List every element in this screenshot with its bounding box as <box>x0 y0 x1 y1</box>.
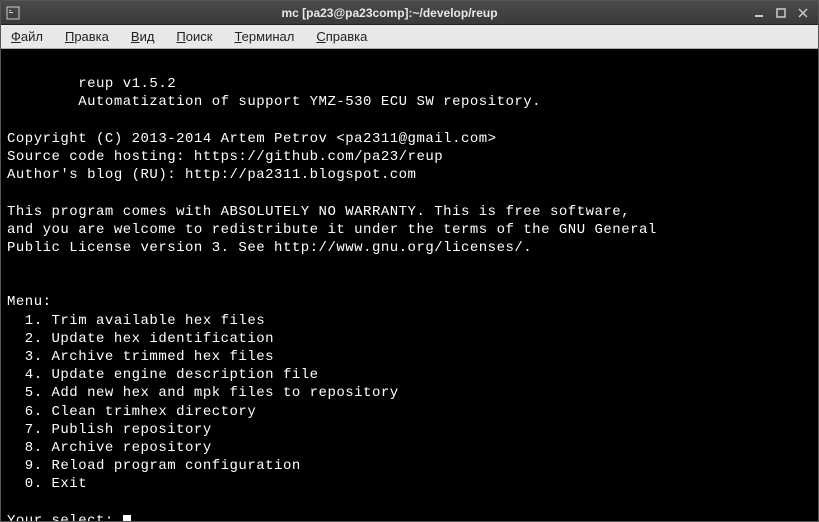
menu-terminal[interactable]: Терминал <box>232 27 296 46</box>
minimize-button[interactable] <box>752 6 766 20</box>
terminal-line: Copyright (C) 2013-2014 Artem Petrov <pa… <box>7 130 812 148</box>
menu-help[interactable]: Справка <box>314 27 369 46</box>
menu-label: Терминал <box>234 29 294 44</box>
terminal-line <box>7 275 812 293</box>
terminal-line <box>7 257 812 275</box>
terminal-line: Public License version 3. See http://www… <box>7 239 812 257</box>
terminal-line: Author's blog (RU): http://pa2311.blogsp… <box>7 166 812 184</box>
app-window: mc [pa23@pa23comp]:~/develop/reup Файл П… <box>0 0 819 522</box>
terminal-output[interactable]: reup v1.5.2 Automatization of support YM… <box>1 49 818 521</box>
terminal-line <box>7 57 812 75</box>
window-title: mc [pa23@pa23comp]:~/develop/reup <box>27 6 752 20</box>
menu-label: Вид <box>131 29 155 44</box>
menu-view[interactable]: Вид <box>129 27 157 46</box>
terminal-line: Source code hosting: https://github.com/… <box>7 148 812 166</box>
terminal-line: 6. Clean trimhex directory <box>7 403 812 421</box>
menubar: Файл Правка Вид Поиск Терминал Справка <box>1 25 818 49</box>
app-icon <box>5 5 21 21</box>
cursor <box>123 515 131 521</box>
menu-edit[interactable]: Правка <box>63 27 111 46</box>
terminal-line: 4. Update engine description file <box>7 366 812 384</box>
terminal-line: 3. Archive trimmed hex files <box>7 348 812 366</box>
terminal-line: 0. Exit <box>7 475 812 493</box>
window-controls <box>752 6 814 20</box>
terminal-line: reup v1.5.2 <box>7 75 812 93</box>
close-button[interactable] <box>796 6 810 20</box>
terminal-line: This program comes with ABSOLUTELY NO WA… <box>7 203 812 221</box>
menu-label: Правка <box>65 29 109 44</box>
menu-label: Поиск <box>176 29 212 44</box>
terminal-line <box>7 112 812 130</box>
menu-label: Справка <box>316 29 367 44</box>
terminal-line: Menu: <box>7 293 812 311</box>
terminal-line: and you are welcome to redistribute it u… <box>7 221 812 239</box>
terminal-line: 8. Archive repository <box>7 439 812 457</box>
terminal-line <box>7 184 812 202</box>
menu-search[interactable]: Поиск <box>174 27 214 46</box>
terminal-line <box>7 494 812 512</box>
menu-label: Файл <box>11 29 43 44</box>
terminal-line: Automatization of support YMZ-530 ECU SW… <box>7 93 812 111</box>
terminal-line: 9. Reload program configuration <box>7 457 812 475</box>
terminal-line: Your select: <box>7 512 812 521</box>
maximize-button[interactable] <box>774 6 788 20</box>
terminal-line: 5. Add new hex and mpk files to reposito… <box>7 384 812 402</box>
titlebar: mc [pa23@pa23comp]:~/develop/reup <box>1 1 818 25</box>
terminal-line: 2. Update hex identification <box>7 330 812 348</box>
terminal-line: 7. Publish repository <box>7 421 812 439</box>
menu-file[interactable]: Файл <box>9 27 45 46</box>
terminal-line: 1. Trim available hex files <box>7 312 812 330</box>
